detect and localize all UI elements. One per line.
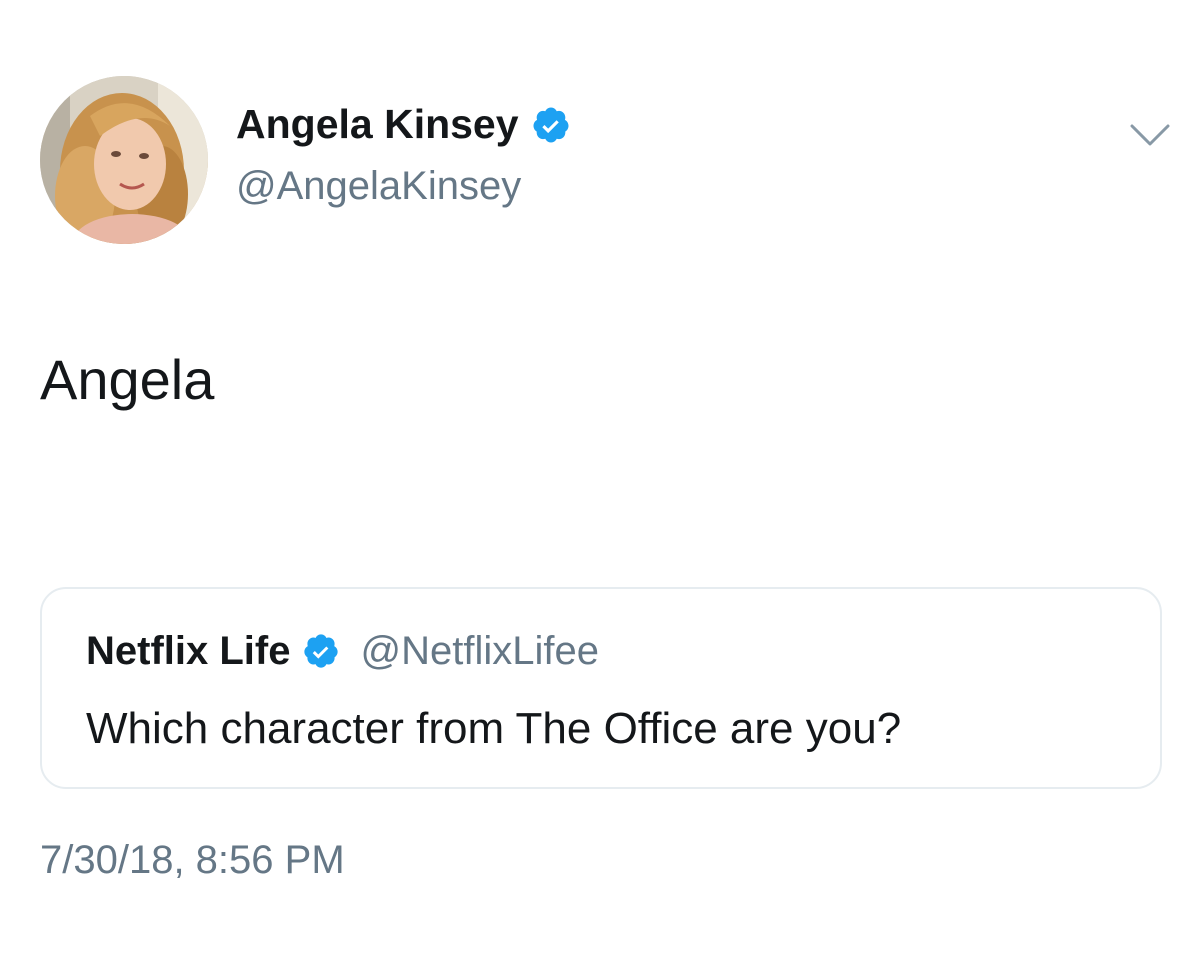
author-display-name[interactable]: Angela Kinsey bbox=[236, 104, 519, 145]
verified-badge-icon bbox=[302, 632, 340, 670]
quoted-tweet-text: Which character from The Office are you? bbox=[86, 704, 902, 753]
author-name-row[interactable]: Angela Kinsey bbox=[236, 104, 571, 145]
chevron-down-icon[interactable] bbox=[1128, 120, 1172, 150]
avatar[interactable] bbox=[40, 76, 208, 244]
tweet-text: Angela bbox=[40, 348, 215, 411]
quoted-tweet-card[interactable]: Netflix Life @NetflixLifee Which charact… bbox=[40, 587, 1162, 789]
quoted-author-handle: @NetflixLifee bbox=[360, 629, 599, 673]
verified-badge-icon bbox=[531, 105, 571, 145]
quoted-author-display-name: Netflix Life bbox=[86, 629, 291, 673]
quoted-tweet-header: Netflix Life @NetflixLifee bbox=[86, 631, 599, 671]
tweet-timestamp[interactable]: 7/30/18, 8:56 PM bbox=[40, 840, 345, 880]
author-handle[interactable]: @AngelaKinsey bbox=[236, 166, 521, 206]
